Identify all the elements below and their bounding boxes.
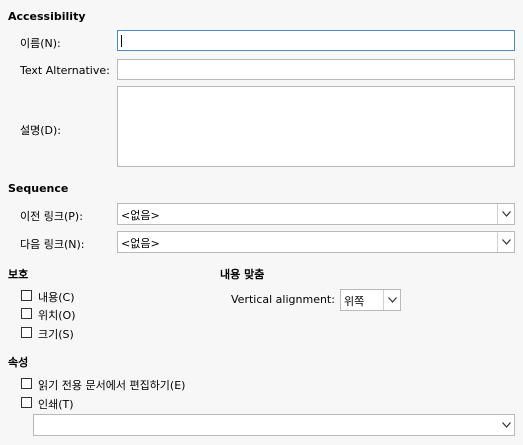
sequence-heading: Sequence <box>8 182 69 195</box>
prev-link-select[interactable]: <없음> <box>117 203 515 225</box>
chevron-down-icon[interactable] <box>497 232 514 252</box>
name-label: 이름(N): <box>20 37 61 50</box>
prev-link-value: <없음> <box>121 209 160 222</box>
protect-position-checkbox[interactable] <box>21 308 32 319</box>
properties-heading: 속성 <box>8 356 29 369</box>
protect-content-checkbox[interactable] <box>21 290 32 301</box>
edit-readonly-label[interactable]: 읽기 전용 문서에서 편집하기(E) <box>38 377 185 393</box>
print-label[interactable]: 인쇄(T) <box>38 396 74 412</box>
protect-size-checkbox[interactable] <box>21 327 32 338</box>
chevron-down-icon[interactable] <box>383 290 400 310</box>
text-caret <box>121 35 122 47</box>
chevron-down-icon[interactable] <box>498 415 514 435</box>
text-alternative-label: Text Alternative: <box>20 64 110 77</box>
content-align-heading: 내용 맞춤 <box>220 268 265 281</box>
prev-link-label: 이전 링크(P): <box>20 210 83 223</box>
print-checkbox[interactable] <box>21 397 32 408</box>
edit-readonly-checkbox[interactable] <box>21 378 32 389</box>
description-label: 설명(D): <box>20 124 61 137</box>
name-input[interactable] <box>117 30 515 51</box>
protect-size-label[interactable]: 크기(S) <box>38 326 74 342</box>
description-textarea[interactable] <box>117 86 515 167</box>
properties-dropdown[interactable] <box>33 414 515 436</box>
vertical-alignment-select[interactable]: 위쪽 <box>340 289 401 311</box>
protect-heading: 보호 <box>8 268 29 281</box>
vertical-alignment-label: Vertical alignment: <box>231 293 335 306</box>
accessibility-heading: Accessibility <box>8 10 86 23</box>
next-link-select[interactable]: <없음> <box>117 231 515 253</box>
vertical-alignment-value: 위쪽 <box>344 295 365 308</box>
protect-content-label[interactable]: 내용(C) <box>38 289 75 305</box>
next-link-value: <없음> <box>121 237 160 250</box>
next-link-label: 다음 링크(N): <box>20 238 85 251</box>
chevron-down-icon[interactable] <box>497 204 514 224</box>
text-alternative-input[interactable] <box>117 59 515 80</box>
protect-position-label[interactable]: 위치(O) <box>38 307 75 323</box>
